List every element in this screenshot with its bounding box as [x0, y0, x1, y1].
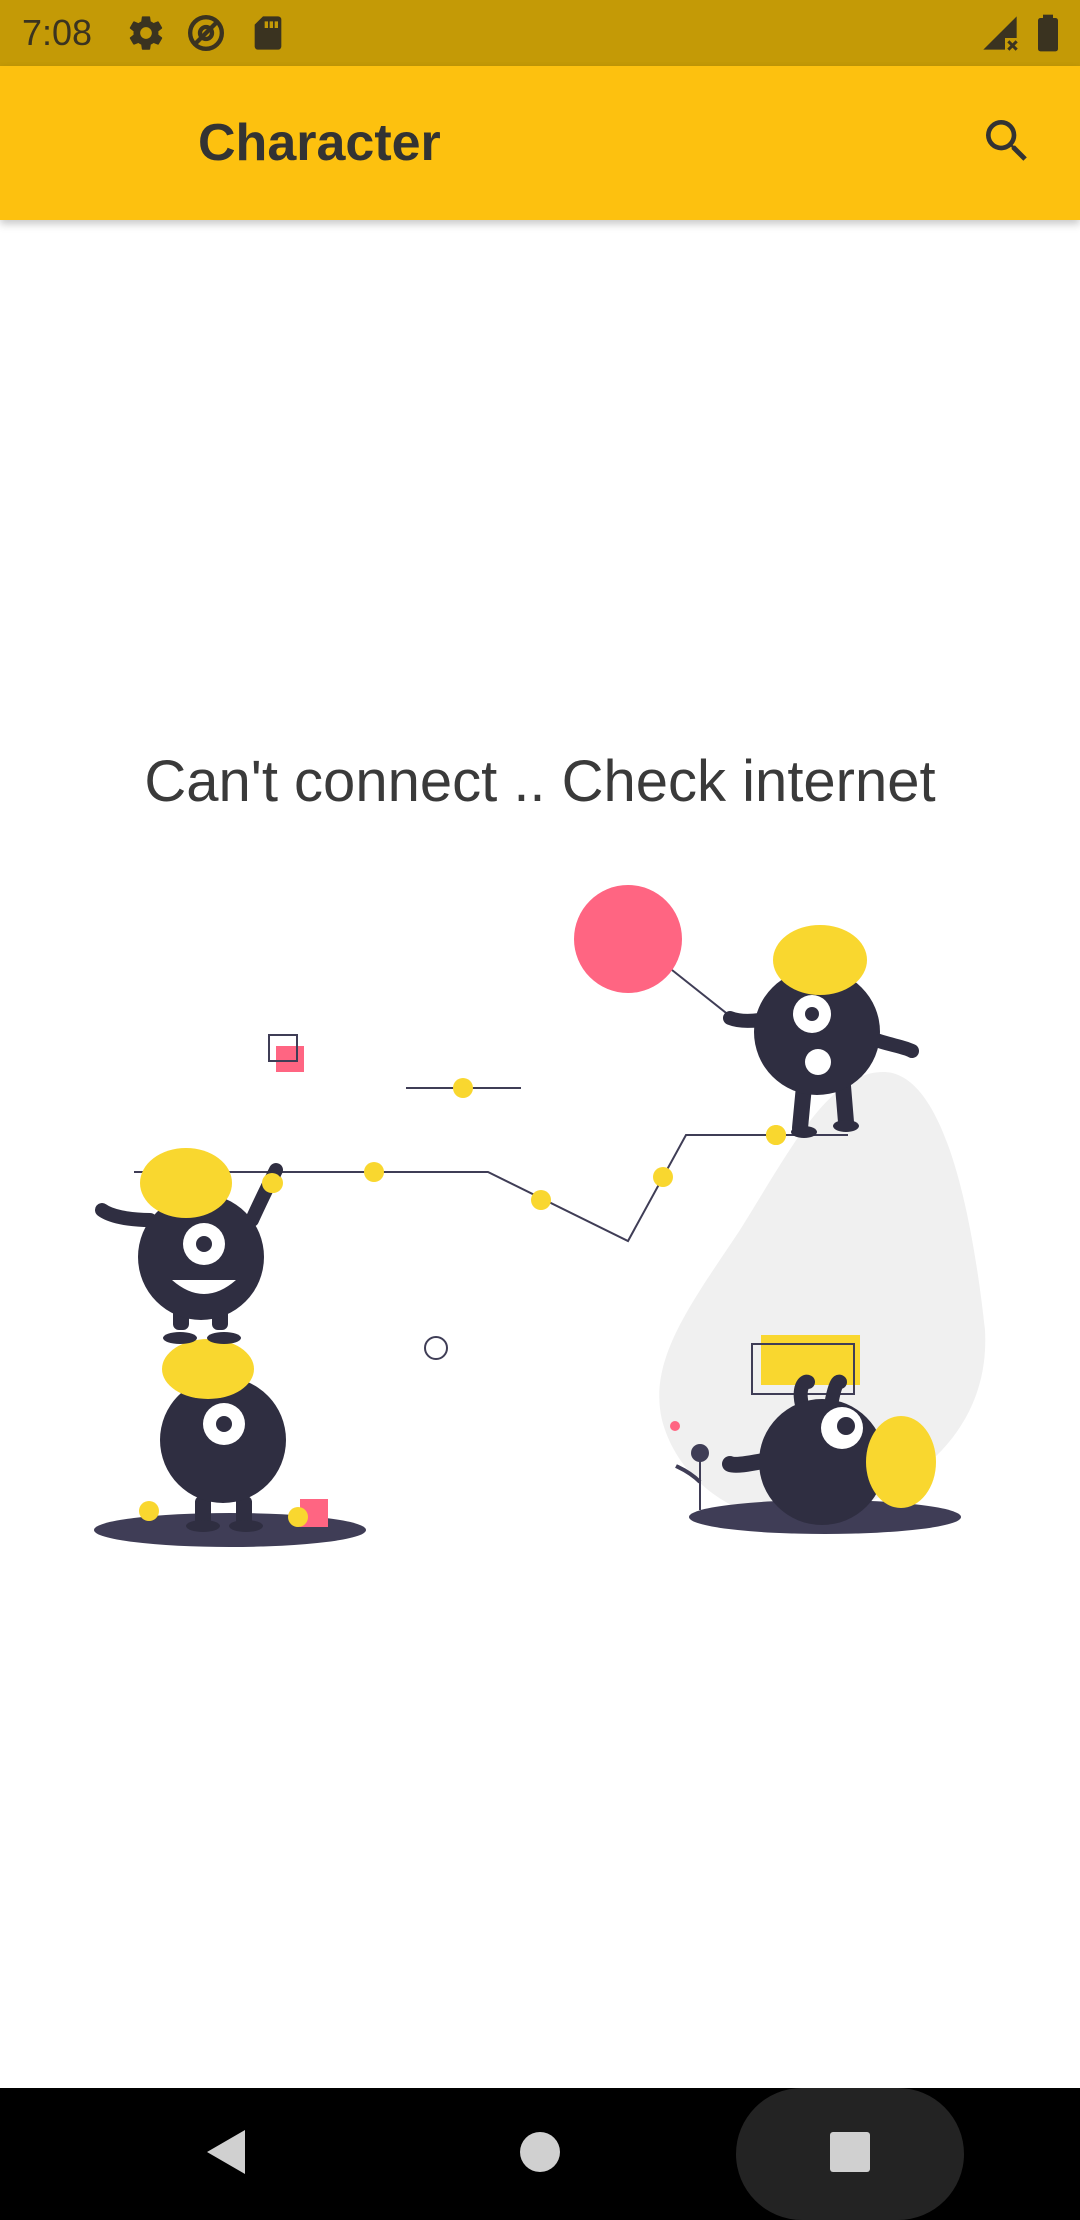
screen: 7:08 Character Can't connect .. Check in… [0, 0, 1080, 2220]
monsters-playing-illustration [0, 860, 1080, 1560]
status-bar: 7:08 [0, 0, 1080, 66]
search-icon [979, 113, 1035, 174]
home-button[interactable] [500, 2088, 580, 2220]
home-icon [519, 2131, 561, 2178]
gear-icon [126, 13, 166, 53]
navigation-bar [0, 2088, 1080, 2220]
battery-icon [1028, 13, 1068, 53]
app-bar: Character [0, 66, 1080, 220]
recents-button[interactable] [810, 2088, 890, 2220]
recents-icon [829, 2131, 871, 2178]
connection-error-message: Can't connect .. Check internet [144, 749, 936, 814]
search-button[interactable] [974, 110, 1040, 176]
sd-card-icon [248, 13, 288, 53]
back-button[interactable] [186, 2088, 266, 2220]
signal-no-data-icon [980, 13, 1020, 53]
status-time: 7:08 [22, 12, 93, 53]
at-sign-icon [186, 13, 226, 53]
back-icon [203, 2128, 249, 2181]
page-title: Character [198, 114, 441, 172]
